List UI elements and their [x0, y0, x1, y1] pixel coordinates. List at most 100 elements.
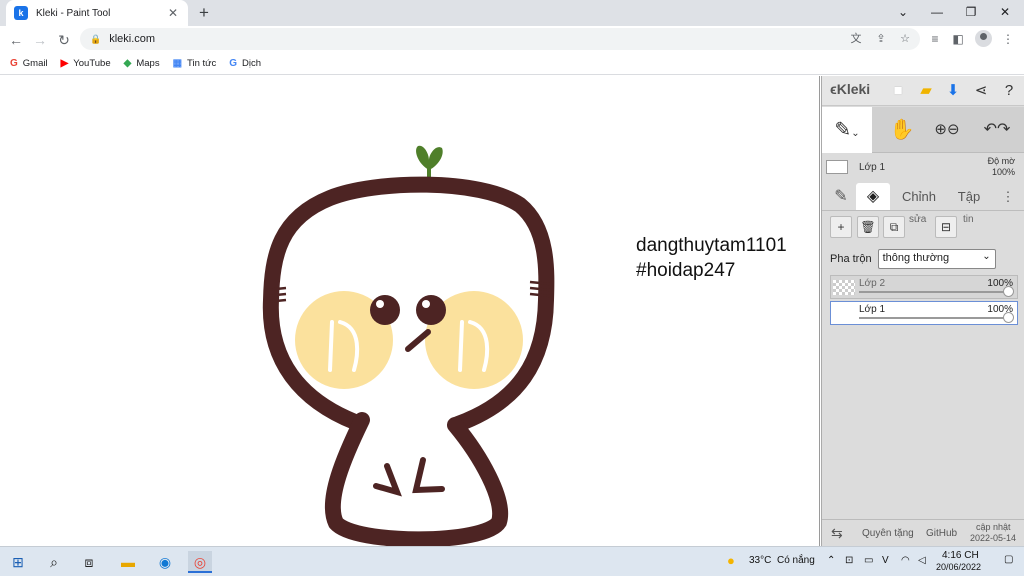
volume-icon[interactable]: ◁	[918, 555, 926, 566]
layer-item-2[interactable]: Lớp 2 100%	[830, 275, 1018, 299]
layer-item-1[interactable]: Lớp 1 100%	[830, 301, 1018, 325]
active-layer-row[interactable]: Lớp 1 Độ mờ 100%	[822, 154, 1024, 180]
edge-icon[interactable]: ◉	[153, 551, 177, 573]
hand-tool-icon[interactable]: ✋	[882, 107, 922, 153]
news-icon: ▦	[172, 58, 183, 69]
show-hidden-icons-chevron[interactable]: ⌃	[827, 555, 835, 566]
updated-label: cập nhật	[976, 522, 1011, 532]
close-tab-icon[interactable]: ✕	[166, 6, 180, 20]
bookmark-gmail[interactable]: G Gmail	[10, 58, 48, 69]
task-view-icon[interactable]: ⧈	[77, 551, 101, 573]
bookmark-label: YouTube	[73, 58, 111, 69]
panel-header: ϵKleki ■ ▰ ⬇ ⋖ ?	[822, 76, 1024, 106]
translate-icon[interactable]: 文	[846, 29, 866, 49]
file-explorer-icon[interactable]: ▬	[116, 551, 140, 573]
tab-brush-icon[interactable]: ✎	[828, 183, 854, 210]
youtube-icon: ▶	[60, 58, 69, 69]
share-icon[interactable]: ⇪	[871, 29, 891, 49]
tab-adjust[interactable]: Chỉnh	[898, 183, 940, 210]
brush-tool-icon[interactable]: ✎⌄	[822, 107, 872, 153]
github-link[interactable]: GitHub	[926, 528, 957, 539]
layer-1-thumbnail	[833, 306, 855, 321]
forward-arrow-icon[interactable]: →	[29, 29, 51, 51]
wifi-icon[interactable]: ◠	[901, 555, 910, 566]
weather-text[interactable]: Có nắng	[777, 555, 815, 566]
battery-icon[interactable]: ▭	[864, 555, 873, 566]
clock-date[interactable]: 20/06/2022	[936, 562, 981, 572]
restore-icon[interactable]: ❐	[954, 0, 988, 26]
layer-opacity-slider[interactable]	[859, 291, 1009, 293]
vietkey-icon[interactable]: V	[882, 555, 889, 566]
profile-avatar[interactable]	[975, 30, 992, 47]
weather-sun-icon[interactable]: ●	[727, 553, 735, 568]
blend-mode-select[interactable]: thông thường ⌄	[877, 249, 996, 269]
drawing-canvas[interactable]: dangthuytam1101 #hoidap247	[0, 76, 820, 546]
layer-2-thumbnail	[833, 280, 855, 295]
side-panel-icon[interactable]: ◧	[948, 29, 968, 49]
updated-date[interactable]: 2022-05-14	[970, 533, 1016, 543]
chrome-icon[interactable]: ◎	[188, 551, 212, 573]
help-icon[interactable]: ?	[999, 81, 1019, 101]
bookmark-news[interactable]: ▦ Tin tức	[173, 58, 217, 69]
share-panel-icon[interactable]: ⋖	[971, 81, 991, 101]
reading-list-icon[interactable]: ≡	[925, 29, 945, 49]
new-image-icon[interactable]: ■	[888, 81, 908, 101]
duplicate-layer-icon[interactable]: ⧉	[883, 216, 905, 238]
windows-start-icon[interactable]: ⊞	[6, 551, 30, 573]
bookmark-label: Dịch	[242, 58, 262, 69]
swap-arrows-icon[interactable]: ⇆	[831, 525, 843, 542]
save-folder-icon[interactable]: ▰	[916, 81, 936, 101]
tab-more-icon[interactable]: ⋮	[998, 183, 1018, 210]
bookmark-translate[interactable]: G Dịch	[229, 58, 261, 69]
info-label[interactable]: tin	[963, 214, 974, 225]
download-icon[interactable]: ⬇	[943, 81, 963, 101]
layer-opacity-slider[interactable]	[859, 317, 1009, 319]
navigation-bar: ← → ↻ 🔒 kleki.com 文 ⇪ ☆	[0, 26, 1024, 53]
search-icon[interactable]: ⌕	[42, 551, 66, 573]
rename-layer-icon[interactable]: ⊟	[935, 216, 957, 238]
zoom-icon[interactable]: ⊕⊖	[927, 107, 967, 153]
blend-mode-row: Pha trộn thông thường ⌄	[830, 248, 1020, 270]
edit-label[interactable]: sửa	[909, 214, 926, 225]
bookmarks-bar: G Gmail ▶ YouTube ◆ Maps ▦ Tin tức G Dịc…	[0, 53, 1024, 75]
opacity-value: 100%	[991, 167, 1015, 177]
menu-kebab-icon[interactable]: ⋮	[998, 29, 1018, 49]
tab-title: Kleki - Paint Tool	[36, 7, 111, 19]
opacity-label: Độ mờ	[987, 156, 1015, 166]
close-window-icon[interactable]: ✕	[988, 0, 1022, 26]
address-bar[interactable]: 🔒 kleki.com	[80, 28, 920, 50]
chevron-down-icon: ⌄	[982, 251, 991, 262]
slider-handle[interactable]	[1003, 286, 1014, 297]
temperature[interactable]: 33°C	[749, 555, 771, 566]
donate-link[interactable]: Quyên tặng	[862, 528, 914, 539]
delete-layer-icon[interactable]: 🗑	[857, 216, 879, 238]
add-layer-icon[interactable]: +	[830, 216, 852, 238]
clock-time[interactable]: 4:16 CH	[942, 550, 979, 561]
back-arrow-icon[interactable]: ←	[5, 29, 27, 51]
bookmark-youtube[interactable]: ▶ YouTube	[61, 58, 111, 69]
action-center-icon[interactable]: ▢	[1004, 554, 1013, 565]
bookmark-maps[interactable]: ◆ Maps	[124, 58, 160, 69]
reload-icon[interactable]: ↻	[53, 29, 75, 51]
lock-icon[interactable]: 🔒	[90, 34, 101, 45]
panel-footer: ⇆ Quyên tặng GitHub cập nhật 2022-05-14	[822, 519, 1024, 546]
active-layer-thumbnail	[826, 160, 848, 174]
blend-mode-value: thông thường	[882, 252, 950, 264]
undo-redo-icon[interactable]: ↶↷	[977, 107, 1017, 153]
tab-file[interactable]: Tập	[952, 183, 986, 210]
bookmark-star-icon[interactable]: ☆	[895, 29, 915, 49]
bookmark-label: Gmail	[22, 58, 48, 69]
tab-layers-icon[interactable]: ◈	[856, 183, 890, 210]
layer-actions: + 🗑 ⧉ sửa ⊟ tin	[822, 214, 1024, 244]
new-tab-button[interactable]: +	[194, 3, 214, 23]
slider-handle[interactable]	[1003, 312, 1014, 323]
minimize-icon[interactable]: —	[920, 0, 954, 26]
caption-hashtag: #hoidap247	[636, 260, 736, 281]
side-marks	[265, 280, 551, 304]
kleki-logo[interactable]: ϵKleki	[830, 81, 870, 97]
tab-search-chevron-icon[interactable]: ⌄	[886, 0, 920, 26]
browser-tab[interactable]: k Kleki - Paint Tool ✕	[6, 0, 188, 26]
logo-text: Kleki	[836, 81, 871, 97]
notification-icon[interactable]: ⊡	[845, 555, 853, 566]
active-layer-name: Lớp 1	[859, 162, 886, 173]
